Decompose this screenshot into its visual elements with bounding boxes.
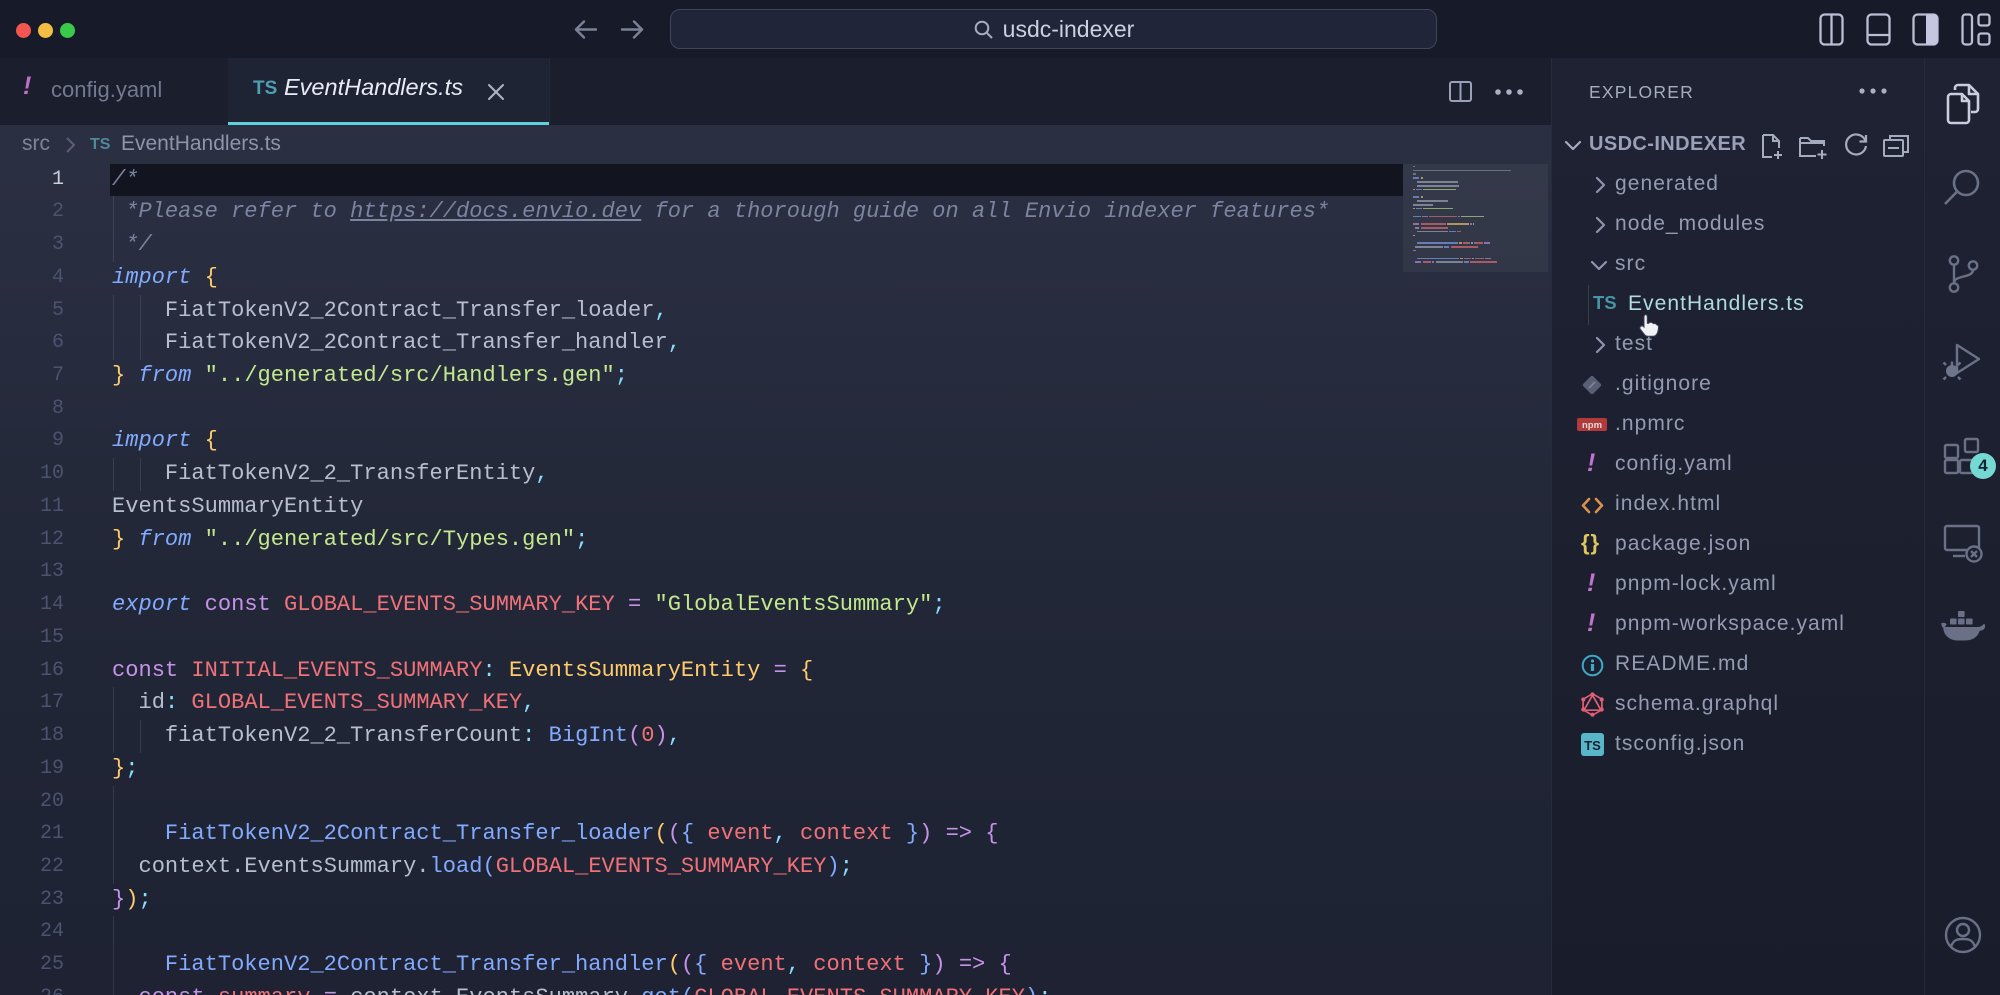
svg-text:npm: npm [1582, 420, 1602, 431]
svg-text:TS: TS [1584, 738, 1601, 753]
